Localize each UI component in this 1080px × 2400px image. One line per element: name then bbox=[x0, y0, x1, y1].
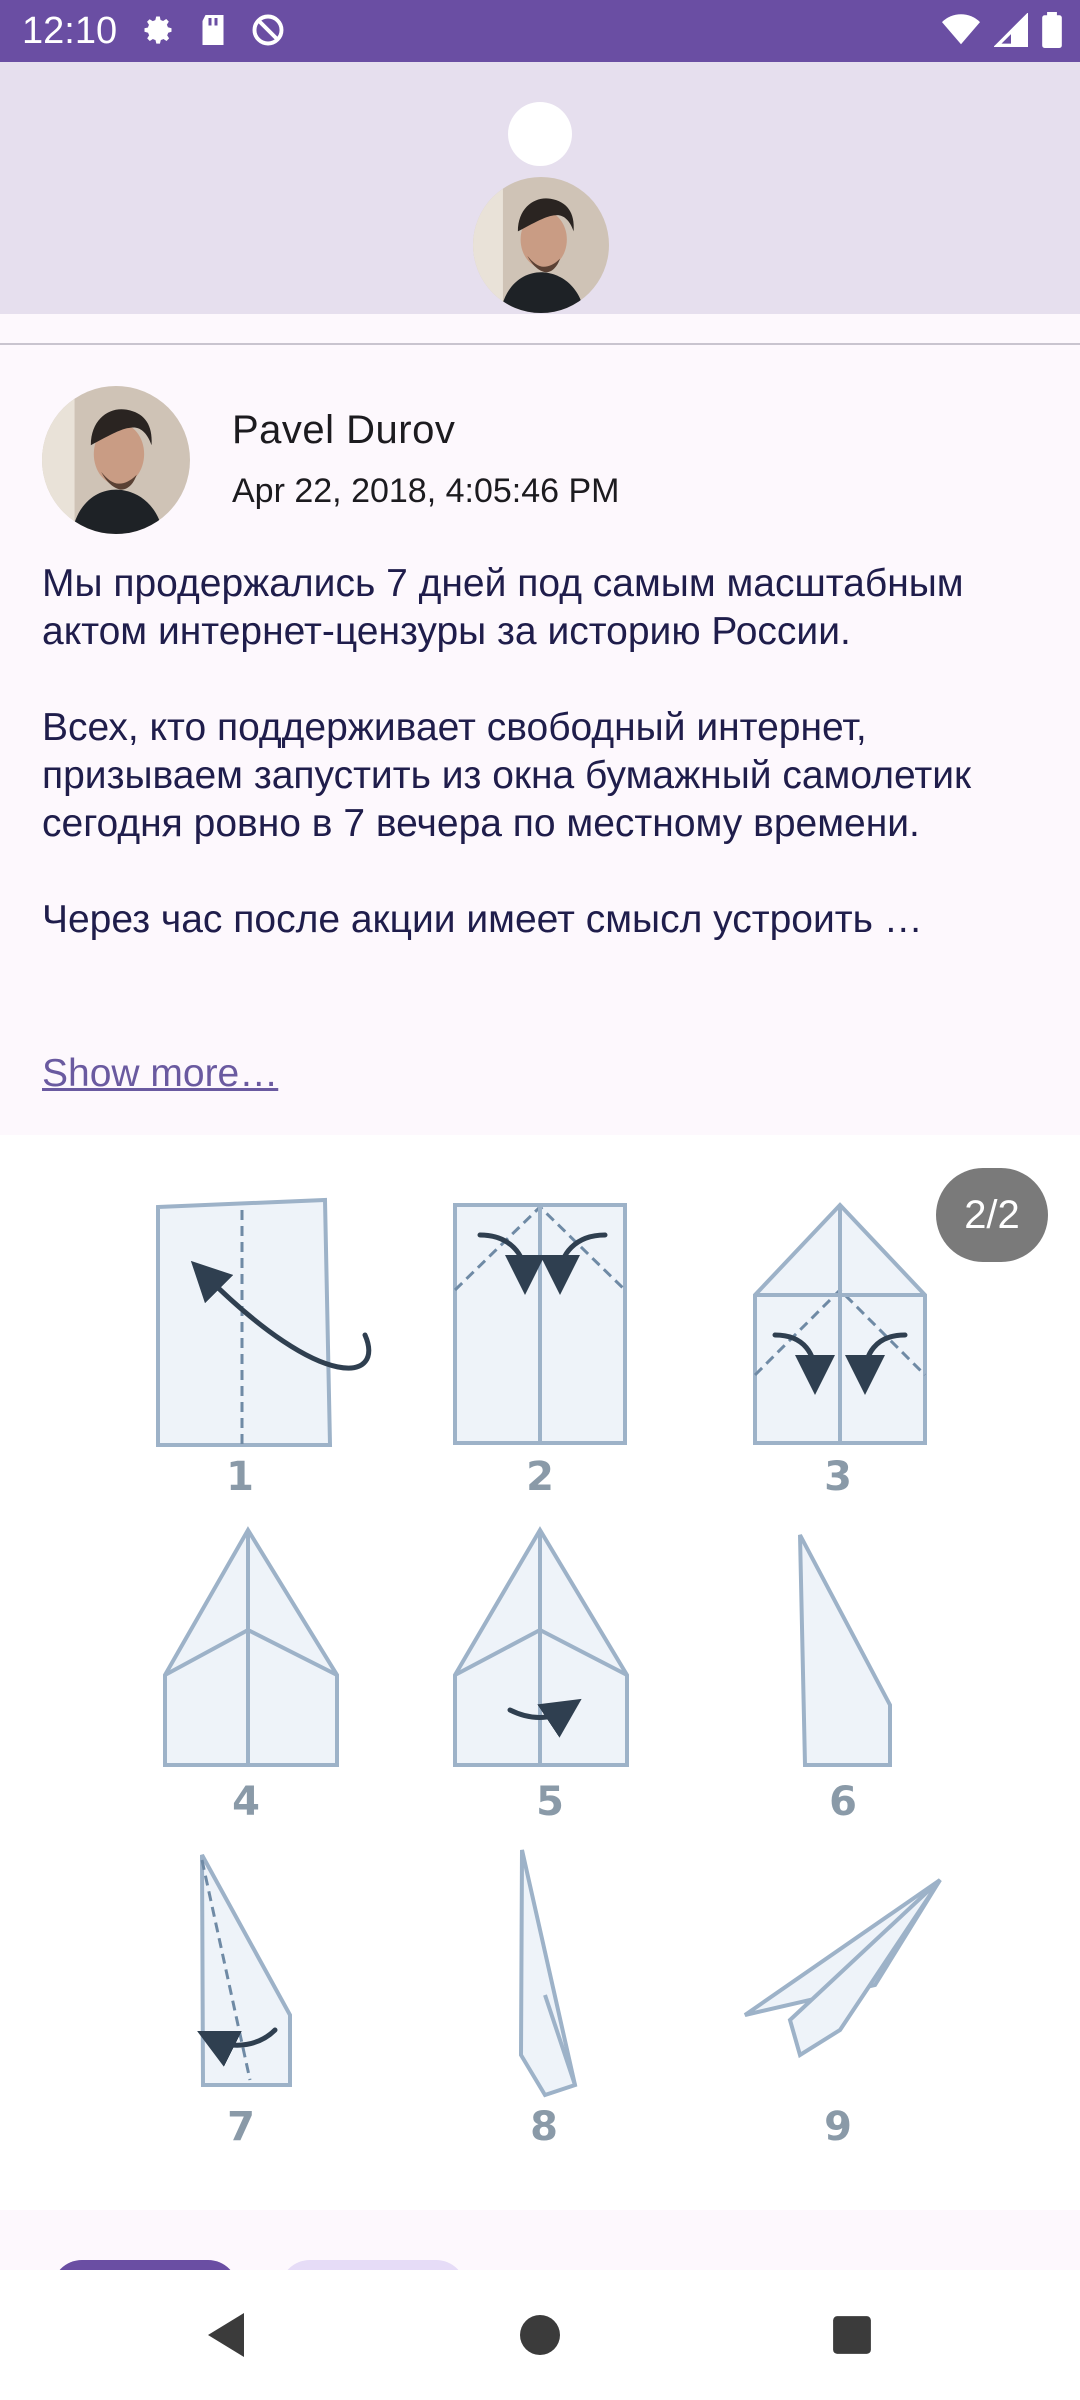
profile-header bbox=[0, 62, 1080, 314]
drag-handle[interactable] bbox=[508, 102, 572, 166]
post-date: Apr 22, 2018, 4:05:46 PM bbox=[232, 472, 620, 510]
at-sign-icon bbox=[250, 12, 286, 53]
navigation-bar bbox=[0, 2270, 1080, 2400]
wifi-icon bbox=[942, 13, 980, 52]
post-paragraph: Всех, кто поддерживает свободный интерне… bbox=[42, 706, 972, 845]
home-icon[interactable] bbox=[480, 2270, 600, 2400]
sd-card-icon bbox=[198, 12, 228, 53]
divider bbox=[0, 343, 1080, 345]
status-bar: 12:10 bbox=[0, 0, 1080, 62]
battery-icon bbox=[1042, 11, 1062, 53]
avatar[interactable] bbox=[473, 177, 609, 313]
step-label: 8 bbox=[530, 2104, 558, 2150]
status-time: 12:10 bbox=[22, 10, 118, 52]
reaction-chips bbox=[0, 2210, 1080, 2320]
step-label: 1 bbox=[226, 1454, 254, 1500]
step-label: 4 bbox=[232, 1779, 260, 1825]
step-label: 2 bbox=[526, 1454, 554, 1500]
author-name[interactable]: Pavel Durov bbox=[232, 408, 455, 453]
step-label: 5 bbox=[536, 1779, 564, 1825]
step-label: 3 bbox=[824, 1454, 852, 1500]
post-image[interactable]: 1 2 3 4 5 6 7 8 9 bbox=[0, 1135, 1080, 2210]
show-more-link[interactable]: Show more… bbox=[42, 1052, 278, 1096]
post-paragraph: Мы продержались 7 дней под самым масштаб… bbox=[42, 562, 964, 653]
back-icon[interactable] bbox=[166, 2270, 286, 2400]
step-label: 7 bbox=[227, 2104, 255, 2150]
signal-icon bbox=[993, 11, 1028, 52]
step-label: 9 bbox=[824, 2104, 852, 2150]
page-indicator-badge: 2/2 bbox=[936, 1168, 1048, 1262]
post-paragraph: Через час после акции имеет смысл устрои… bbox=[42, 898, 923, 941]
step-label: 6 bbox=[829, 1779, 857, 1825]
post-author-avatar[interactable] bbox=[42, 386, 190, 534]
post-body: Мы продержались 7 дней под самым масштаб… bbox=[42, 560, 1052, 944]
gear-icon bbox=[140, 12, 176, 53]
recents-icon[interactable] bbox=[792, 2270, 912, 2400]
